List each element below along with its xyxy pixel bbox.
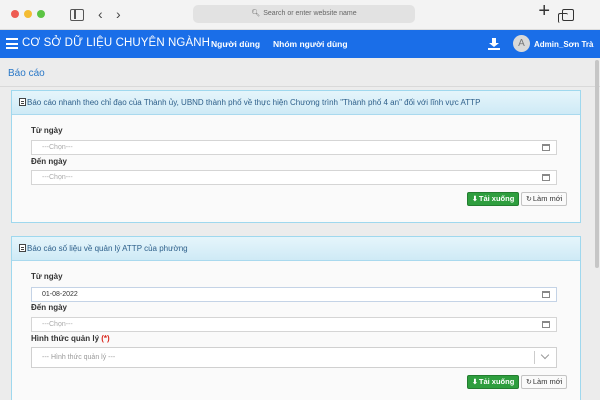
tab-overview-icon[interactable] bbox=[558, 9, 574, 23]
reset-button[interactable]: ↻Làm mới bbox=[521, 375, 568, 389]
to-date-value: ---Chọn--- bbox=[42, 174, 73, 181]
download-icon: ⬇ bbox=[472, 196, 478, 203]
to-date-label: Đến ngày bbox=[31, 157, 68, 166]
from-date-input[interactable]: ---Chọn--- bbox=[31, 140, 557, 155]
maximize-window-button[interactable] bbox=[37, 10, 45, 18]
close-window-button[interactable] bbox=[11, 10, 19, 18]
management-type-placeholder: --- Hình thức quản lý --- bbox=[42, 354, 116, 361]
user-name[interactable]: Admin_Sơn Trà bbox=[534, 40, 593, 49]
panel-title: Báo cáo số liệu về quản lý ATTP của phườ… bbox=[27, 244, 188, 253]
reset-button-label: Làm mới bbox=[532, 194, 563, 203]
download-icon: ⬇ bbox=[472, 379, 478, 386]
calendar-icon[interactable] bbox=[542, 144, 550, 151]
download-button[interactable]: ⬇Tải xuống bbox=[467, 192, 520, 206]
address-placeholder: Search or enter website name bbox=[263, 10, 357, 17]
title-divider bbox=[0, 86, 600, 87]
scrollbar[interactable] bbox=[595, 60, 599, 268]
calendar-icon[interactable] bbox=[542, 321, 550, 328]
management-type-label-text: Hình thức quản lý bbox=[31, 334, 100, 343]
menu-icon[interactable] bbox=[6, 38, 18, 49]
reset-button[interactable]: ↻Làm mới bbox=[521, 192, 568, 206]
to-date-label: Đến ngày bbox=[31, 303, 68, 312]
management-type-select[interactable]: --- Hình thức quản lý --- bbox=[31, 347, 557, 368]
nav-users[interactable]: Người dùng bbox=[211, 39, 260, 49]
chevron-down-icon[interactable] bbox=[540, 350, 550, 360]
to-date-input[interactable]: ---Chọn--- bbox=[31, 317, 557, 332]
refresh-icon: ↻ bbox=[526, 196, 532, 203]
refresh-icon: ↻ bbox=[526, 379, 532, 386]
calendar-icon[interactable] bbox=[542, 291, 550, 298]
browser-toolbar: ‹ › 🔍︎ Search or enter website name + bbox=[0, 0, 600, 30]
from-date-label: Từ ngày bbox=[31, 126, 63, 135]
from-date-label: Từ ngày bbox=[31, 272, 63, 281]
download-button[interactable]: ⬇Tải xuống bbox=[467, 375, 520, 389]
forward-icon[interactable]: › bbox=[116, 6, 121, 22]
panel-header: Báo cáo nhanh theo chỉ đạo của Thành ủy,… bbox=[12, 91, 580, 115]
to-date-input[interactable]: ---Chọn--- bbox=[31, 170, 557, 185]
new-tab-icon[interactable]: + bbox=[538, 1, 550, 21]
from-date-value: 01-08-2022 bbox=[42, 291, 78, 298]
panel-title: Báo cáo nhanh theo chỉ đạo của Thành ủy,… bbox=[27, 98, 481, 107]
management-type-label: Hình thức quản lý (*) bbox=[31, 334, 110, 343]
avatar[interactable]: A bbox=[513, 35, 530, 52]
reset-button-label: Làm mới bbox=[532, 377, 563, 386]
from-date-input[interactable]: 01-08-2022 bbox=[31, 287, 557, 302]
app-title[interactable]: CƠ SỞ DỮ LIỆU CHUYÊN NGÀNH bbox=[22, 37, 210, 49]
sidebar-toggle-icon[interactable] bbox=[70, 9, 84, 21]
select-divider bbox=[534, 351, 535, 364]
required-marker: (*) bbox=[101, 334, 110, 343]
app-header: CƠ SỞ DỮ LIỆU CHUYÊN NGÀNH Người dùng Nh… bbox=[0, 30, 600, 58]
from-date-value: ---Chọn--- bbox=[42, 144, 73, 151]
panel-header: Báo cáo số liệu về quản lý ATTP của phườ… bbox=[12, 237, 580, 261]
address-bar[interactable]: 🔍︎ Search or enter website name bbox=[193, 5, 415, 23]
download-button-label: Tải xuống bbox=[478, 377, 515, 386]
back-icon[interactable]: ‹ bbox=[98, 6, 103, 22]
to-date-value: ---Chọn--- bbox=[42, 321, 73, 328]
minimize-window-button[interactable] bbox=[24, 10, 32, 18]
download-button-label: Tải xuống bbox=[478, 194, 515, 203]
document-icon bbox=[19, 244, 26, 252]
nav-user-groups[interactable]: Nhóm người dùng bbox=[273, 39, 348, 49]
document-icon bbox=[19, 98, 26, 106]
calendar-icon[interactable] bbox=[542, 174, 550, 181]
download-icon[interactable] bbox=[488, 38, 500, 50]
search-icon: 🔍︎ bbox=[251, 10, 261, 17]
page-title: Báo cáo bbox=[8, 68, 45, 79]
